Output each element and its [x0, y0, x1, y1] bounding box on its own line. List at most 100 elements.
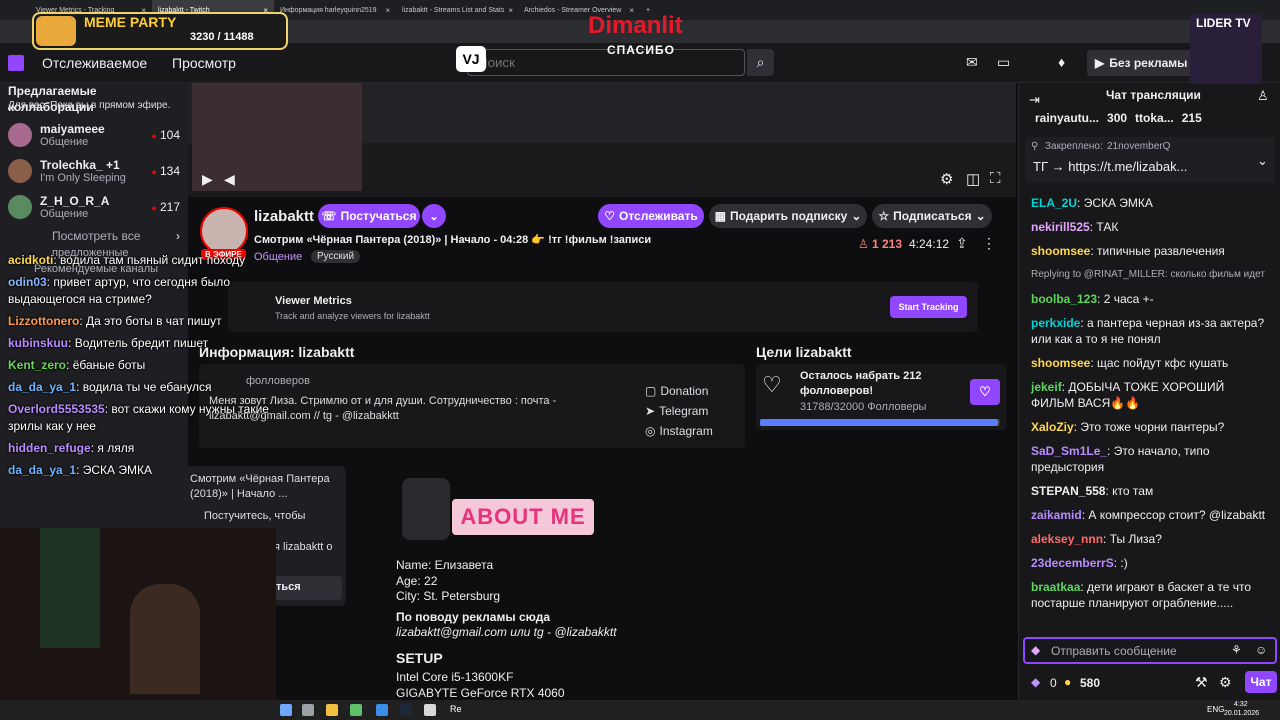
- chat-username[interactable]: STEPAN_558: [1031, 484, 1105, 498]
- steam-icon[interactable]: [400, 704, 412, 716]
- app-icon[interactable]: [424, 704, 436, 716]
- overlay-chat-user: kubinskuu: [8, 336, 69, 350]
- search-icon[interactable]: ⌕: [747, 49, 774, 76]
- volume-icon[interactable]: ◀: [224, 171, 235, 188]
- browser-tab-2[interactable]: Информация harleyquinn2519 ×: [274, 0, 396, 20]
- chat-username[interactable]: braatkaa: [1031, 580, 1080, 594]
- chat-username[interactable]: jekeif: [1031, 380, 1062, 394]
- chat-username[interactable]: ELA_2U: [1031, 196, 1077, 210]
- sidebar-item-zhora[interactable]: Z_H_O_R_AОбщение 217: [0, 189, 188, 225]
- chat-username[interactable]: 23decemberrS: [1031, 556, 1114, 570]
- meme-party-overlay: MEME PARTY 3230 / 11488: [32, 12, 288, 50]
- browser-icon[interactable]: [350, 704, 362, 716]
- wand-icon[interactable]: ⚒: [1195, 674, 1208, 691]
- nav-following[interactable]: Отслеживаемое: [42, 55, 147, 71]
- overlay-chat-line: odin03: привет артур, что сегодня было в…: [8, 275, 231, 306]
- goal-follow-button[interactable]: ♡: [970, 379, 1000, 405]
- donation-link[interactable]: ▢ Donation: [645, 384, 713, 404]
- chat-message: zaikamid: А компрессор стоит? @lizabaktt: [1031, 508, 1266, 522]
- chat-username[interactable]: shoomsee: [1031, 244, 1090, 258]
- bits-balance: 0: [1050, 676, 1057, 690]
- follow-button[interactable]: ♡ Отслеживать: [598, 204, 704, 228]
- collapse-chat-icon[interactable]: ⇥: [1029, 92, 1040, 108]
- telegram-taskbar-icon[interactable]: [376, 704, 388, 716]
- chat-username[interactable]: aleksey_nnn: [1031, 532, 1103, 546]
- knock-dropdown-button[interactable]: ⌄: [422, 204, 446, 228]
- prime-icon[interactable]: ♦: [1058, 54, 1065, 70]
- nav-browse[interactable]: Просмотр: [172, 55, 236, 71]
- overlay-chat-user: Lizzottonero: [8, 314, 80, 328]
- chevron-down-icon[interactable]: ⌄: [1257, 153, 1268, 169]
- app-label-icon[interactable]: Re: [450, 704, 462, 714]
- channel-points-icon[interactable]: ●: [1064, 675, 1071, 689]
- close-icon[interactable]: ×: [508, 6, 513, 15]
- play-icon[interactable]: ▶: [202, 171, 213, 188]
- video-player[interactable]: ▶ ◀ ⚙ ◫ ⛶: [188, 83, 1016, 197]
- leaderboard-count: 215: [1181, 111, 1202, 125]
- gift-sub-button[interactable]: ▦ Подарить подписку ⌄: [709, 204, 867, 228]
- theatre-mode-icon[interactable]: ◫: [966, 170, 980, 188]
- sidebar-item-trolechka[interactable]: Trolechka_ +1I'm Only Sleeping 134: [0, 153, 188, 189]
- overlay-chat-line: Overlord5553535: вот скажи кому нужны та…: [8, 402, 269, 433]
- more-options-icon[interactable]: ⋮: [982, 235, 996, 252]
- whispers-icon[interactable]: ▭: [997, 54, 1010, 71]
- channel-avatar[interactable]: [200, 207, 248, 255]
- chevron-down-icon: ⌄: [429, 210, 439, 223]
- taskbar-date: 20.01.2026: [1224, 710, 1260, 717]
- setup-title: SETUP: [396, 649, 443, 666]
- chat-message: SaD_Sm1Le_: Это начало, типо предыстория: [1031, 444, 1210, 474]
- twitch-logo-icon[interactable]: [8, 55, 24, 71]
- inbox-icon[interactable]: ✉: [966, 54, 978, 71]
- bits-icon[interactable]: ⚘: [1231, 643, 1242, 657]
- overlay-chat-user: odin03: [8, 275, 47, 289]
- overlay-chat-line: Lizzottonero: Да это боты в чат пишут: [8, 314, 222, 328]
- goal-progress-text: 31788/32000 Фолловеры: [800, 401, 927, 413]
- explorer-icon[interactable]: [326, 704, 338, 716]
- chat-username[interactable]: zaikamid: [1031, 508, 1082, 522]
- channel-points-count: 580: [1080, 676, 1101, 690]
- chat-send-button[interactable]: Чат: [1245, 671, 1277, 693]
- close-icon[interactable]: ×: [385, 6, 390, 15]
- knock-button[interactable]: ☏ Постучаться: [318, 204, 420, 228]
- leaderboard-name: rainyautu...: [1035, 111, 1100, 125]
- chat-username[interactable]: perkxide: [1031, 316, 1080, 330]
- browser-tab-3[interactable]: lizabaktt - Streams List and Stats ×: [396, 0, 518, 20]
- search-input[interactable]: [467, 49, 745, 76]
- link-label: Donation: [660, 384, 709, 398]
- telegram-icon: ➤: [645, 404, 656, 418]
- overlay-chat-user: da_da_ya_1: [8, 380, 77, 394]
- christmas-tree-image: [40, 528, 100, 648]
- pin-icon: ⚲: [1031, 141, 1039, 152]
- chat-username[interactable]: shoomsee: [1031, 356, 1090, 370]
- chat-users-icon[interactable]: ♙: [1257, 88, 1269, 104]
- pinned-message[interactable]: ⚲ Закреплено: 21novemberQ ТГ → https://t…: [1025, 137, 1275, 183]
- emote-icon[interactable]: ☺: [1255, 643, 1267, 657]
- chat-username[interactable]: nekirill525: [1031, 220, 1090, 234]
- chat-username[interactable]: boolba_123: [1031, 292, 1097, 306]
- start-tracking-button[interactable]: Start Tracking: [890, 296, 967, 318]
- chat-username[interactable]: XaloZiy: [1031, 420, 1074, 434]
- chat-username[interactable]: SaD_Sm1Le_: [1031, 444, 1107, 458]
- chevron-down-icon: ⌄: [975, 209, 986, 223]
- taskbar-time: 4:32: [1234, 701, 1248, 708]
- taskview-icon[interactable]: [302, 704, 314, 716]
- telegram-link[interactable]: ➤ Telegram: [645, 404, 713, 424]
- settings-icon[interactable]: ⚙: [940, 170, 953, 188]
- language-tag[interactable]: Русский: [311, 250, 361, 263]
- subscribe-button[interactable]: ☆ Подписаться ⌄: [872, 204, 992, 228]
- sidebar-item-maiyameee[interactable]: maiyameeeОбщение 104: [0, 117, 188, 153]
- channel-name[interactable]: lizabaktt: [254, 208, 314, 225]
- dimanlit-overlay: Dimanlit: [588, 12, 683, 39]
- sidebar-item-count: 217: [152, 200, 180, 214]
- chevron-right-icon: ›: [176, 229, 180, 243]
- about-line: City: St. Petersburg: [396, 589, 501, 603]
- chat-settings-icon[interactable]: ⚙: [1219, 674, 1232, 691]
- chat-input[interactable]: ◆ Отправить сообщение ⚘ ☺: [1023, 637, 1277, 664]
- fullscreen-icon[interactable]: ⛶: [990, 170, 1001, 187]
- chat-messages: ELA_2U: ЭСКА ЭМКА nekirill525: ТАК shoom…: [1019, 191, 1280, 615]
- start-icon[interactable]: [280, 704, 292, 716]
- taskbar-lang[interactable]: ENG: [1207, 705, 1224, 714]
- see-all-button[interactable]: Посмотреть все ›: [0, 225, 188, 247]
- instagram-link[interactable]: ◎ Instagram: [645, 424, 713, 444]
- share-icon[interactable]: ⇪: [956, 235, 968, 252]
